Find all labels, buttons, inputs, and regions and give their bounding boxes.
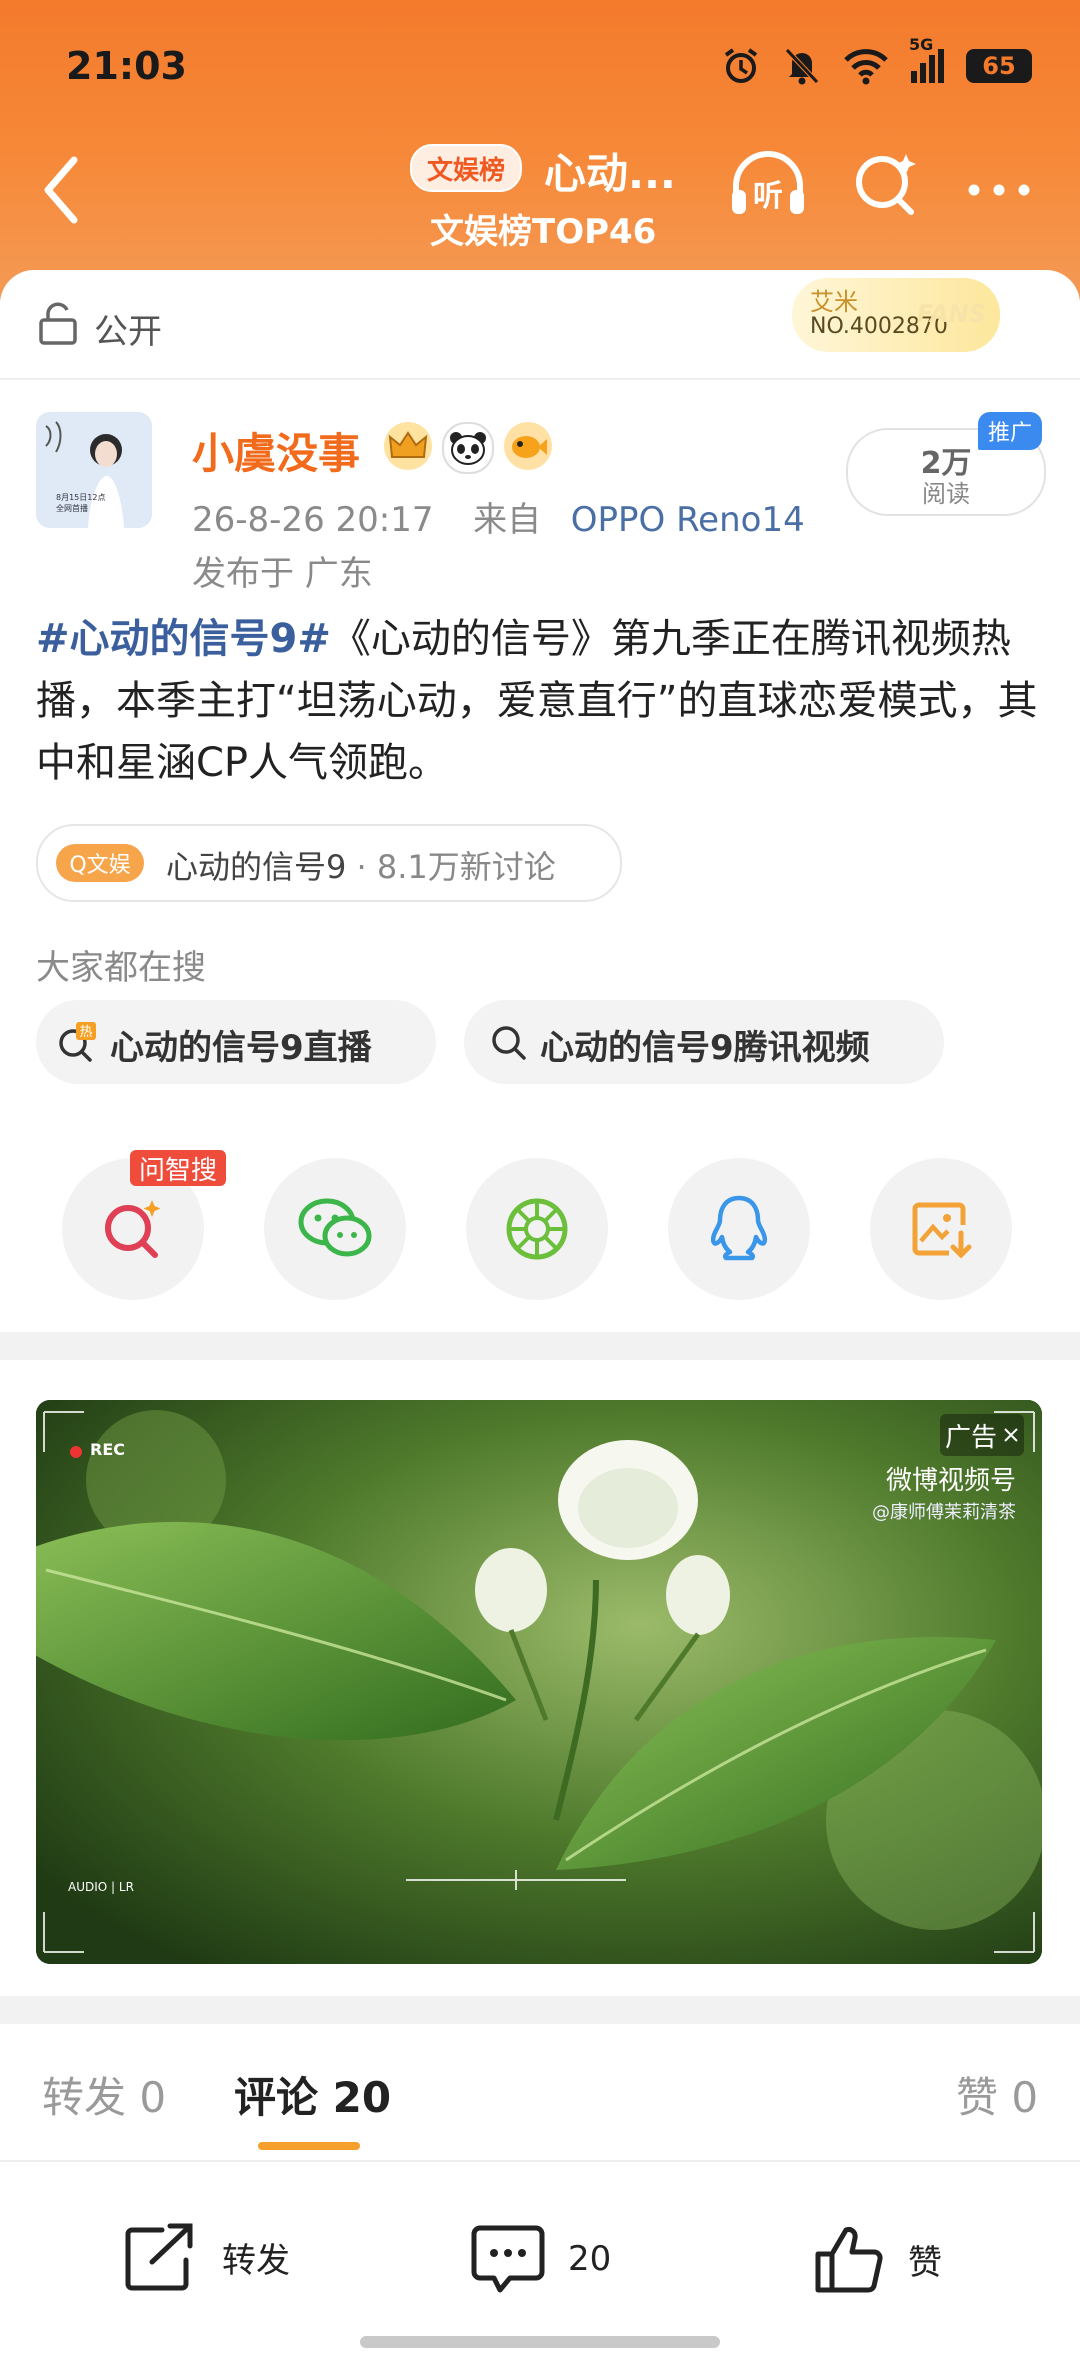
comment-button[interactable]: 20 bbox=[470, 2222, 611, 2296]
ad-video[interactable]: REC AUDIO | LR 广告 微博视频号 @康师傅茉莉清茶 bbox=[36, 1400, 1042, 1964]
comment-bubble-icon bbox=[471, 2225, 545, 2293]
wifi-icon bbox=[844, 49, 888, 85]
section-divider bbox=[0, 1332, 1080, 1360]
ad-label: 广告 bbox=[944, 1422, 997, 1453]
topic-rank: 文娱榜TOP46 bbox=[430, 212, 657, 252]
post-hashtag[interactable]: #心动的信号9# bbox=[36, 616, 331, 662]
mute-bell-icon bbox=[785, 48, 819, 85]
tab-active-indicator bbox=[258, 2142, 360, 2150]
visibility-row: 公开 艾米 NO.4002870 FANS bbox=[0, 270, 1080, 380]
audio-indicator: AUDIO | LR bbox=[68, 1880, 134, 1894]
hot-search-icon: 热 bbox=[59, 1022, 96, 1062]
tab-comments[interactable]: 评论 20 bbox=[234, 2064, 391, 2125]
thumbs-up-icon bbox=[815, 2227, 883, 2293]
tab-likes[interactable]: 赞 0 bbox=[956, 2064, 1038, 2125]
ad-close-label[interactable]: 广告 bbox=[940, 1414, 1024, 1456]
post-time: 26-8-26 20:17 bbox=[192, 500, 434, 540]
author-name[interactable]: 小虞没事 bbox=[192, 420, 360, 481]
like-label: 赞 bbox=[908, 2242, 942, 2283]
svg-text:听: 听 bbox=[753, 179, 783, 214]
fish-badge-icon[interactable] bbox=[504, 422, 552, 470]
panda-badge-icon[interactable] bbox=[442, 422, 494, 474]
trending-search-heading: 大家都在搜 bbox=[36, 948, 206, 988]
listen-headphones-icon[interactable]: 听 bbox=[728, 150, 808, 220]
more-options-icon[interactable] bbox=[964, 150, 1034, 220]
status-time: 21:03 bbox=[66, 44, 187, 88]
qq-penguin-icon bbox=[710, 1195, 768, 1261]
signal-icon: 5G bbox=[909, 35, 944, 83]
promote-badge[interactable]: 推广 bbox=[978, 412, 1042, 450]
tab-repost[interactable]: 转发 0 bbox=[42, 2064, 166, 2125]
topic-name: 心动的信号9 bbox=[166, 848, 347, 886]
unlock-icon bbox=[39, 302, 77, 345]
topic-tag: Q文娱 bbox=[56, 844, 144, 882]
visibility-label: 公开 bbox=[94, 312, 162, 352]
search-chip[interactable]: 心动的信号9腾讯视频 bbox=[464, 1000, 944, 1084]
fans-name: 艾米 bbox=[810, 288, 858, 316]
moments-aperture-icon bbox=[506, 1198, 568, 1260]
status-icons: 5G 65 bbox=[721, 35, 1032, 86]
read-label: 阅读 bbox=[922, 480, 970, 508]
topic-title: 心动... bbox=[544, 149, 676, 198]
search-icon bbox=[492, 1026, 526, 1060]
ad-source: 微博视频号 bbox=[885, 1466, 1016, 1496]
search-sparkle-icon[interactable] bbox=[852, 150, 922, 220]
battery-icon: 65 bbox=[966, 49, 1032, 83]
close-icon bbox=[1004, 1428, 1018, 1442]
svg-text:热: 热 bbox=[79, 1025, 92, 1040]
section-divider bbox=[0, 1996, 1080, 2024]
back-arrow-icon[interactable] bbox=[36, 150, 86, 230]
search-sparkle-icon bbox=[105, 1200, 161, 1258]
save-image-button[interactable] bbox=[870, 1158, 1012, 1300]
fans-badge[interactable]: 艾米 NO.4002870 FANS bbox=[792, 278, 1000, 352]
post-meta: 26-8-26 20:17 来自 OPPO Reno14 bbox=[192, 492, 805, 541]
post-device[interactable]: OPPO Reno14 bbox=[571, 500, 805, 540]
comment-count: 20 bbox=[568, 2239, 612, 2279]
ask-badge: 问智搜 bbox=[130, 1150, 226, 1186]
share-moments-button[interactable] bbox=[466, 1158, 608, 1300]
crown-badge-icon[interactable] bbox=[384, 422, 432, 470]
repost-label: 转发 bbox=[222, 2240, 290, 2281]
topic-pill-text: 心动的信号9 · 8.1万新讨论 bbox=[166, 842, 556, 888]
save-image-icon bbox=[912, 1202, 972, 1259]
post-from-prefix: 来自 bbox=[473, 500, 542, 540]
search-chip-text: 心动的信号9直播 bbox=[110, 1028, 372, 1068]
ad-account: @康师傅茉莉清茶 bbox=[872, 1502, 1016, 1523]
share-arrow-icon bbox=[125, 2223, 193, 2291]
topic-category-badge: 文娱榜 bbox=[410, 144, 522, 192]
share-wechat-button[interactable] bbox=[264, 1158, 406, 1300]
author-badges bbox=[384, 422, 552, 474]
top-header: 21:03 5G 65 文娱榜 心动... 文娱榜TOP46 听 bbox=[0, 0, 1080, 300]
post-body: #心动的信号9#《心动的信号》第九季正在腾讯视频热播，本季主打“坦荡心动，爱意直… bbox=[36, 608, 1046, 794]
wechat-icon bbox=[298, 1198, 372, 1257]
search-chip-text: 心动的信号9腾讯视频 bbox=[540, 1028, 870, 1068]
avatar-caption: 8月15日12点 全网首播 bbox=[56, 493, 106, 513]
repost-button[interactable]: 转发 bbox=[122, 2222, 290, 2292]
rec-indicator: REC bbox=[90, 1440, 125, 1459]
topic-link-pill[interactable]: Q文娱 心动的信号9 · 8.1万新讨论 bbox=[36, 824, 622, 902]
post-card: 公开 艾米 NO.4002870 FANS 8月15日12点 全网首播 小虞没事 bbox=[0, 270, 1080, 2375]
avatar[interactable]: 8月15日12点 全网首播 bbox=[36, 412, 152, 528]
search-chip-hot[interactable]: 热 心动的信号9直播 bbox=[36, 1000, 436, 1084]
fans-word: FANS bbox=[916, 300, 986, 328]
home-indicator[interactable] bbox=[360, 2336, 720, 2348]
like-button[interactable]: 赞 bbox=[812, 2222, 942, 2296]
share-qq-button[interactable] bbox=[668, 1158, 810, 1300]
topic-discussion-count: · 8.1万新讨论 bbox=[346, 848, 556, 886]
alarm-icon bbox=[724, 48, 758, 83]
post-location: 发布于 广东 bbox=[192, 554, 373, 594]
network-type: 5G bbox=[909, 35, 934, 54]
